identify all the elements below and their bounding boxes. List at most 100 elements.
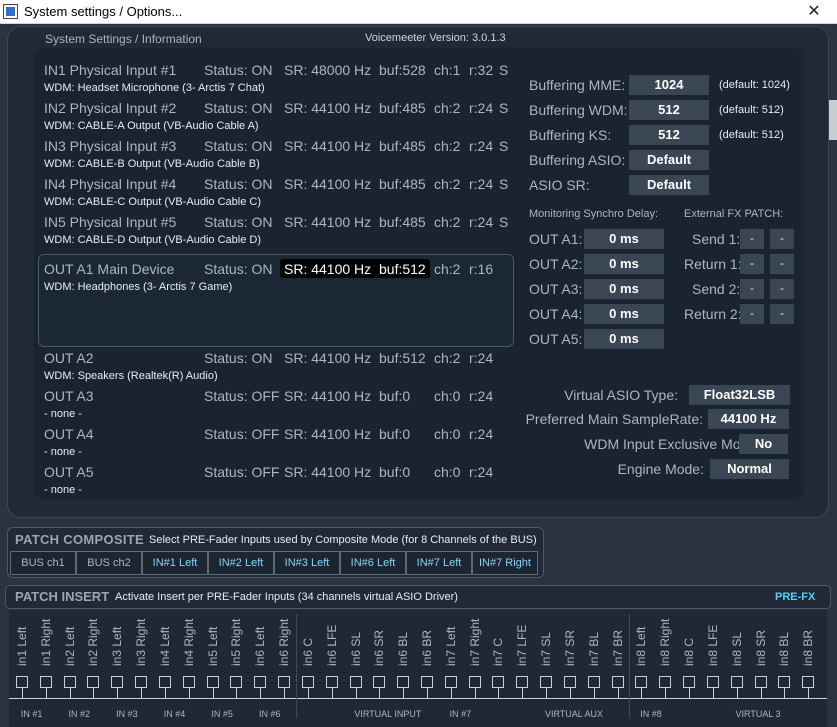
buffering-default: (default: 512): [719, 129, 784, 141]
buffering-value-field[interactable]: 512: [629, 125, 709, 145]
insert-checkbox[interactable]: [635, 676, 648, 688]
insert-checkbox[interactable]: [158, 676, 171, 688]
insert-channel-name: in7 SR: [562, 629, 577, 666]
insert-checkbox[interactable]: [802, 676, 815, 688]
insert-channel-label: in8 Right: [654, 610, 676, 668]
insert-checkbox[interactable]: [206, 676, 219, 688]
device-channels: ch:0: [434, 464, 461, 480]
insert-checkbox[interactable]: [563, 676, 576, 688]
insert-checkbox[interactable]: [587, 676, 600, 688]
composite-channel-button[interactable]: IN#7 Right: [472, 551, 538, 575]
monitoring-delay-field[interactable]: 0 ms: [584, 304, 664, 324]
fx-patch-select-left[interactable]: -: [740, 304, 764, 324]
insert-checkbox[interactable]: [444, 676, 457, 688]
monitoring-out-label: OUT A2:: [529, 256, 583, 272]
monitoring-out-label: OUT A3:: [529, 281, 583, 297]
insert-channel-label: in3 Left: [106, 610, 128, 668]
close-button[interactable]: ✕: [791, 0, 837, 24]
insert-checkbox[interactable]: [373, 676, 386, 688]
insert-channel-name: in2 Right: [86, 618, 101, 666]
buffering-value-field[interactable]: Default: [629, 175, 709, 195]
fx-patch-select-right[interactable]: -: [770, 229, 794, 249]
patch-insert-title: PATCH INSERT: [15, 589, 110, 604]
engine-setting-value[interactable]: Float32LSB: [689, 385, 790, 405]
composite-channel-button[interactable]: IN#2 Left: [208, 551, 274, 575]
insert-group-label: IN #3: [116, 709, 138, 719]
composite-channel-button[interactable]: IN#3 Left: [274, 551, 340, 575]
insert-channel-label: in2 Right: [82, 610, 104, 668]
insert-channel-label: in7 C: [487, 610, 509, 668]
insert-checkbox[interactable]: [349, 676, 362, 688]
engine-setting-value[interactable]: No: [739, 434, 788, 454]
fx-patch-select-right[interactable]: -: [770, 254, 794, 274]
monitoring-delay-field[interactable]: 0 ms: [584, 279, 664, 299]
engine-setting-value[interactable]: Normal: [710, 459, 789, 479]
insert-channel-label: in8 SR: [750, 610, 772, 668]
pre-fx-toggle[interactable]: PRE-FX: [775, 591, 815, 603]
monitoring-delay-field[interactable]: 0 ms: [584, 229, 664, 249]
insert-channel-name: in8 BL: [777, 631, 792, 666]
engine-setting-label: Preferred Main SampleRate:: [525, 411, 703, 427]
insert-checkbox[interactable]: [182, 676, 195, 688]
insert-checkbox[interactable]: [301, 676, 314, 688]
insert-checkbox[interactable]: [16, 676, 28, 688]
monitoring-delay-field[interactable]: 0 ms: [584, 254, 664, 274]
device-sample-rate: SR: 44100 Hz: [284, 426, 372, 442]
composite-channel-button[interactable]: IN#7 Left: [406, 551, 472, 575]
insert-checkbox[interactable]: [778, 676, 791, 688]
fx-patch-select-left[interactable]: -: [740, 229, 764, 249]
insert-checkbox[interactable]: [278, 676, 291, 688]
insert-checkbox[interactable]: [325, 676, 338, 688]
device-status: Status: ON: [204, 214, 273, 230]
fx-patch-select-right[interactable]: -: [770, 304, 794, 324]
insert-channel-label: in7 Left: [440, 610, 462, 668]
insert-channel-name: in5 Left: [205, 626, 220, 666]
insert-checkbox[interactable]: [468, 676, 481, 688]
insert-checkbox[interactable]: [421, 676, 433, 688]
insert-checkbox[interactable]: [254, 676, 267, 688]
buffering-value-field[interactable]: 1024: [629, 75, 709, 95]
composite-channel-button[interactable]: IN#6 Left: [340, 551, 406, 575]
insert-checkbox[interactable]: [135, 676, 148, 688]
insert-channel-label: in7 BL: [583, 610, 605, 668]
device-sample-rate: SR: 44100 Hz: [284, 214, 372, 230]
monitoring-delay-field[interactable]: 0 ms: [584, 329, 664, 349]
engine-setting-value[interactable]: 44100 Hz: [708, 409, 789, 429]
fx-patch-select-right[interactable]: -: [770, 279, 794, 299]
insert-checkbox[interactable]: [683, 676, 696, 688]
insert-checkbox[interactable]: [754, 676, 767, 688]
buffering-value-field[interactable]: Default: [629, 150, 709, 170]
device-driver: - none -: [44, 408, 82, 420]
buffering-value-field[interactable]: 512: [629, 100, 709, 120]
device-driver: WDM: CABLE-B Output (VB-Audio Cable B): [44, 158, 260, 170]
composite-channel-button[interactable]: IN#1 Left: [142, 551, 208, 575]
insert-checkbox[interactable]: [611, 676, 624, 688]
insert-checkbox[interactable]: [87, 676, 100, 688]
insert-checkbox[interactable]: [706, 676, 719, 688]
insert-channel-label: in8 LFE: [702, 610, 724, 668]
fx-patch-select-left[interactable]: -: [740, 279, 764, 299]
composite-channel-button[interactable]: BUS ch1: [10, 551, 76, 575]
insert-checkbox[interactable]: [659, 676, 672, 688]
fx-patch-select-left[interactable]: -: [740, 254, 764, 274]
insert-channel-label: in6 BL: [392, 610, 414, 668]
buffering-default: (default: 1024): [719, 79, 790, 91]
insert-channel-name: in6 Left: [253, 626, 268, 666]
insert-checkbox[interactable]: [63, 676, 76, 688]
insert-checkbox[interactable]: [230, 676, 243, 688]
insert-checkbox[interactable]: [111, 676, 124, 688]
insert-checkbox[interactable]: [397, 676, 410, 688]
insert-group-label: IN #6: [259, 709, 281, 719]
insert-checkbox[interactable]: [730, 676, 743, 688]
insert-checkbox[interactable]: [540, 676, 553, 688]
insert-checkbox[interactable]: [492, 676, 505, 688]
insert-connector: [69, 688, 71, 699]
composite-channel-button[interactable]: BUS ch2: [76, 551, 142, 575]
device-name: IN1 Physical Input #1: [44, 62, 177, 78]
device-driver: - none -: [44, 484, 82, 496]
scrollbar-thumb[interactable]: [829, 100, 837, 140]
insert-checkbox[interactable]: [516, 676, 529, 688]
insert-connector: [164, 688, 166, 699]
insert-checkbox[interactable]: [39, 676, 52, 688]
insert-channel-label: in6 SL: [345, 610, 367, 668]
